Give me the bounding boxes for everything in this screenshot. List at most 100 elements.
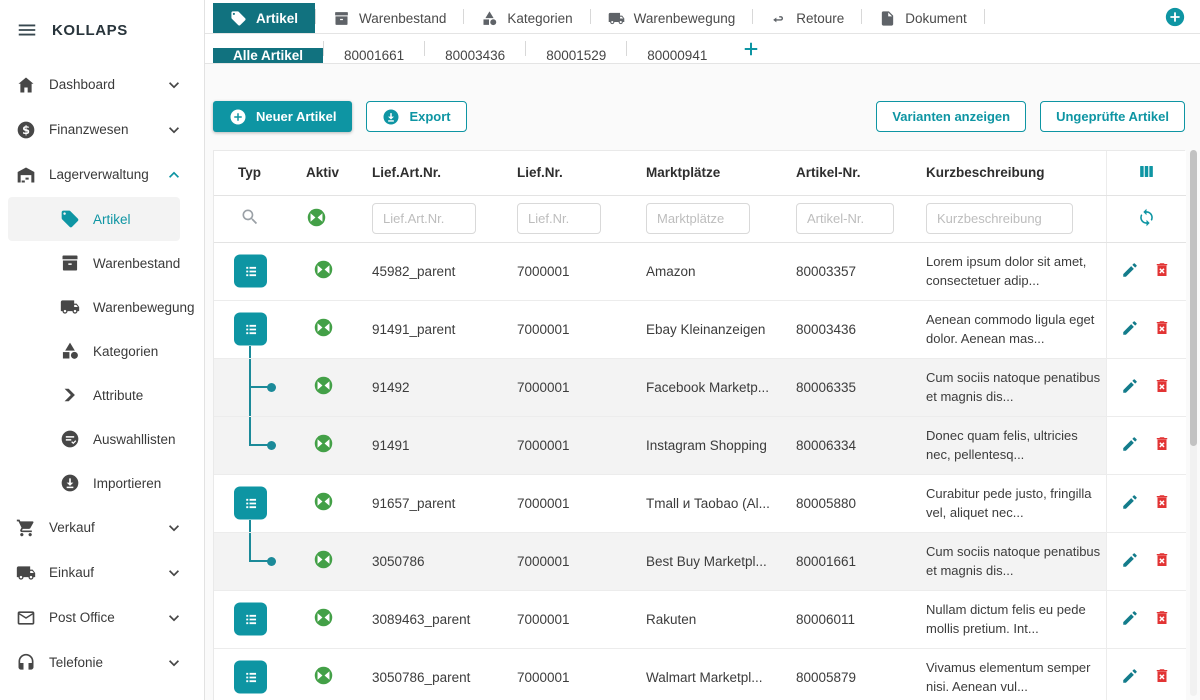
edit-button[interactable] [1121, 493, 1139, 511]
filter-lief-art-nr-input[interactable] [372, 203, 476, 234]
active-status-icon[interactable] [313, 317, 334, 338]
truck-icon [608, 10, 625, 27]
active-status-icon[interactable] [313, 433, 334, 454]
add-module-tab-button[interactable] [1164, 6, 1186, 28]
active-status-icon[interactable] [313, 607, 334, 628]
sidebar-item-kategorien[interactable]: Kategorien [8, 329, 180, 373]
sidebar-item-einkauf[interactable]: Einkauf [0, 550, 204, 595]
sidebar-nav: Dashboard $FinanzwesenLagerverwaltung Arti… [0, 60, 204, 685]
lief-art-nr-value: 91491 [372, 438, 410, 453]
export-button[interactable]: Export [366, 101, 466, 132]
show-variants-button[interactable]: Varianten anzeigen [876, 101, 1026, 132]
artikel-nr-value: 80006011 [796, 612, 855, 627]
active-status-icon[interactable] [313, 375, 334, 396]
add-article-tab-button[interactable] [741, 39, 761, 59]
article-tab-80003436[interactable]: 80003436 [425, 48, 525, 63]
category-icon [60, 341, 80, 361]
delete-button[interactable] [1153, 319, 1171, 337]
active-status-icon[interactable] [313, 491, 334, 512]
edit-button[interactable] [1121, 609, 1139, 627]
sidebar-item-auswahllisten[interactable]: Auswahllisten [8, 417, 180, 461]
article-type-list-icon[interactable] [234, 255, 267, 288]
edit-button[interactable] [1121, 377, 1139, 395]
lief-art-nr-value: 45982_parent [372, 264, 455, 279]
delete-button[interactable] [1153, 667, 1171, 685]
table-body: 45982_parent7000001Amazon80003357Lorem i… [214, 242, 1186, 700]
table-row: 3050786_parent7000001Walmart Marketpl...… [214, 648, 1186, 700]
tab-warenbewegung[interactable]: Warenbewegung [591, 3, 753, 33]
tree-connector-dot [267, 383, 276, 392]
search-icon[interactable] [240, 207, 260, 227]
sidebar-item-warenbestand[interactable]: Warenbestand [8, 241, 180, 285]
tab-retoure[interactable]: Retoure [753, 3, 861, 33]
sidebar-item-label: Warenbewegung [93, 300, 195, 315]
unchecked-articles-label: Ungeprüfte Artikel [1056, 109, 1169, 124]
article-tab-alle-artikel[interactable]: Alle Artikel [213, 48, 323, 63]
filter-artikel-nr-input[interactable] [796, 203, 894, 234]
active-status-icon[interactable] [313, 665, 334, 686]
sidebar-item-artikel[interactable]: Artikel [8, 197, 180, 241]
sidebar-item-lagerverwaltung[interactable]: Lagerverwaltung [0, 152, 204, 197]
sidebar-item-verkauf[interactable]: Verkauf [0, 505, 204, 550]
article-type-list-icon[interactable] [234, 661, 267, 694]
article-type-list-icon[interactable] [234, 487, 267, 520]
article-type-list-icon[interactable] [234, 603, 267, 636]
active-filter-icon[interactable] [306, 207, 327, 228]
column-header-artikel-nr: Artikel-Nr. [786, 151, 916, 195]
tab-label: Artikel [256, 11, 298, 26]
lief-nr-value: 7000001 [517, 496, 570, 511]
article-type-list-icon[interactable] [234, 313, 267, 346]
menu-icon[interactable] [16, 19, 38, 41]
artikel-nr-value: 80006335 [796, 380, 856, 395]
sidebar-item-label: Verkauf [49, 520, 95, 535]
sidebar-item-finanzwesen[interactable]: $Finanzwesen [0, 107, 204, 152]
article-tab-80001661[interactable]: 80001661 [324, 48, 424, 63]
tab-warenbestand[interactable]: Warenbestand [316, 3, 463, 33]
delete-button[interactable] [1153, 493, 1171, 511]
edit-button[interactable] [1121, 261, 1139, 279]
column-settings-icon[interactable] [1137, 162, 1156, 181]
filter-lief-nr-input[interactable] [517, 203, 601, 234]
delete-button[interactable] [1153, 551, 1171, 569]
new-article-button[interactable]: Neuer Artikel [213, 101, 352, 132]
articles-table: Typ Aktiv Lief.Art.Nr. Lief.Nr. Marktplä… [213, 150, 1185, 700]
edit-button[interactable] [1121, 667, 1139, 685]
filter-marktplaetze-input[interactable] [646, 203, 750, 234]
delete-button[interactable] [1153, 435, 1171, 453]
edit-button[interactable] [1121, 319, 1139, 337]
sidebar-item-dashboard[interactable]: Dashboard [0, 62, 204, 107]
sidebar-item-importieren[interactable]: Importieren [8, 461, 180, 505]
table-row: 30507867000001Best Buy Marketpl...800016… [214, 532, 1186, 590]
sidebar-header: KOLLAPS [0, 0, 204, 60]
edit-button[interactable] [1121, 435, 1139, 453]
chevron-down-icon [164, 518, 184, 538]
active-status-icon[interactable] [313, 259, 334, 280]
tab-artikel[interactable]: Artikel [213, 3, 315, 33]
artikel-nr-value: 80005879 [796, 670, 856, 685]
article-tab-80001529[interactable]: 80001529 [526, 48, 626, 63]
sidebar-item-telefonie[interactable]: Telefonie [0, 640, 204, 685]
refresh-icon[interactable] [1137, 208, 1156, 227]
table-scrollbar[interactable] [1190, 150, 1197, 696]
column-header-lief-nr: Lief.Nr. [507, 151, 636, 195]
scrollbar-thumb[interactable] [1190, 150, 1197, 446]
filter-kurzbeschreibung-input[interactable] [926, 203, 1073, 234]
toolbar: Neuer Artikel Export Varianten anzeigen … [213, 101, 1185, 132]
tab-dokument[interactable]: Dokument [862, 3, 984, 33]
unchecked-articles-button[interactable]: Ungeprüfte Artikel [1040, 101, 1185, 132]
sidebar-item-warenbewegung[interactable]: Warenbewegung [8, 285, 180, 329]
delete-button[interactable] [1153, 377, 1171, 395]
sidebar-item-attribute[interactable]: Attribute [8, 373, 180, 417]
sidebar-item-label: Artikel [93, 212, 131, 227]
edit-button[interactable] [1121, 551, 1139, 569]
tab-kategorien[interactable]: Kategorien [464, 3, 589, 33]
sidebar-item-post-office[interactable]: Post Office [0, 595, 204, 640]
delete-button[interactable] [1153, 609, 1171, 627]
sidebar-item-label: Dashboard [49, 77, 115, 92]
column-header-typ: Typ [214, 151, 296, 195]
kurzbeschreibung-value: Donec quam felis, ultricies nec, pellent… [926, 426, 1102, 465]
article-tab-80000941[interactable]: 80000941 [627, 48, 727, 63]
active-status-icon[interactable] [313, 549, 334, 570]
box-icon [333, 10, 350, 27]
delete-button[interactable] [1153, 261, 1171, 279]
